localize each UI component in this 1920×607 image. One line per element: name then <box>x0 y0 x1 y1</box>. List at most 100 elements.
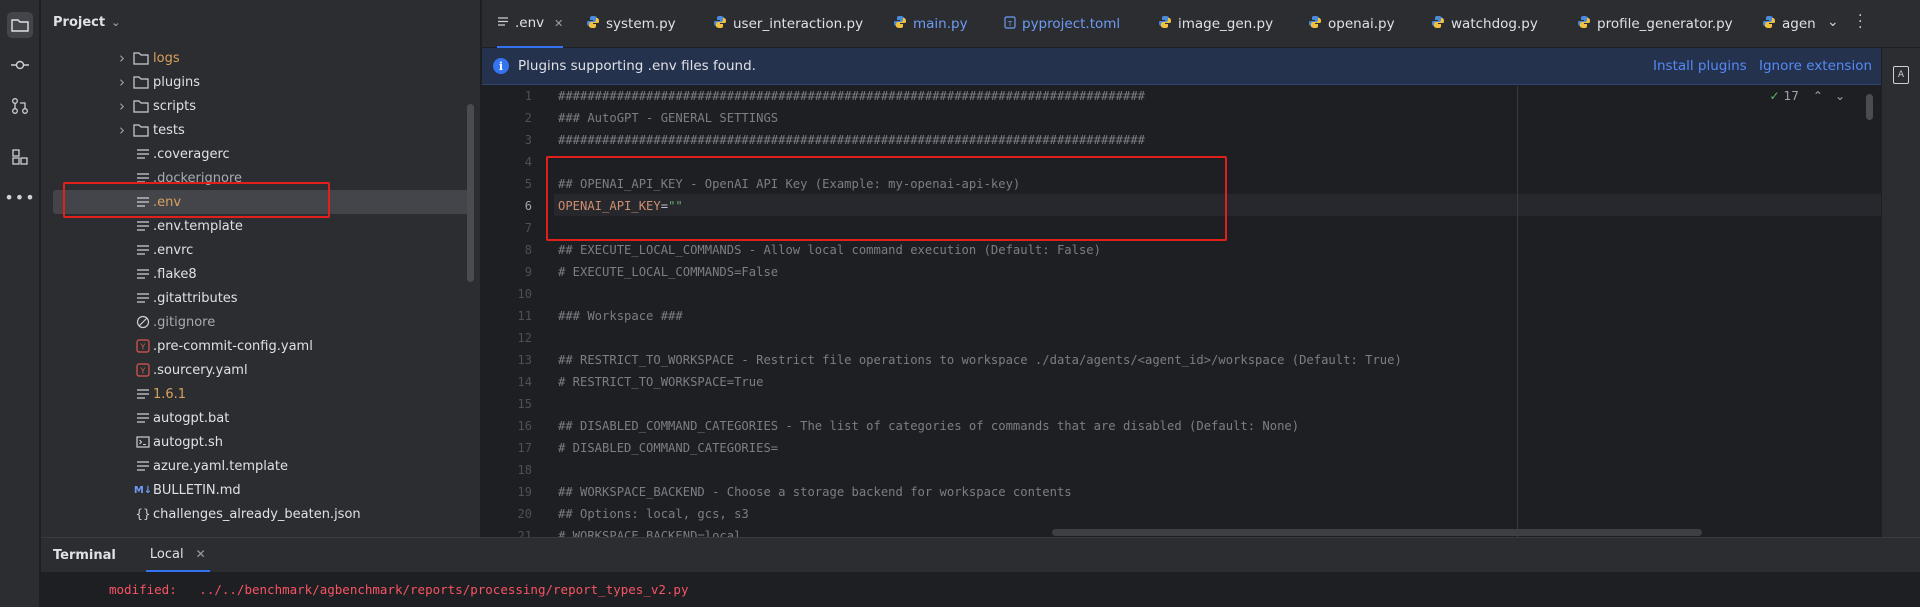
line-number: 15 <box>517 397 532 411</box>
pull-request-icon <box>12 98 28 114</box>
python-icon <box>713 15 733 33</box>
python-icon <box>1762 15 1782 33</box>
text-file-icon <box>135 290 151 306</box>
project-title: Project <box>53 14 106 30</box>
editor-vertical-scrollbar[interactable] <box>1866 94 1873 120</box>
tree-item-label: scripts <box>153 98 196 114</box>
install-plugins-link[interactable]: Install plugins <box>1653 58 1747 74</box>
tree-item[interactable]: .dockerignore <box>41 166 480 190</box>
current-line-highlight <box>554 194 1881 216</box>
editor-tab[interactable]: main.py <box>893 0 968 48</box>
tree-item-label: plugins <box>153 74 200 90</box>
env-key: OPENAI_API_KEY <box>558 199 661 213</box>
ignore-extension-link[interactable]: Ignore extension <box>1759 58 1872 74</box>
editor-tab[interactable]: .env ✕ <box>497 0 564 48</box>
tree-item[interactable]: › tests <box>41 118 480 142</box>
close-icon[interactable]: ✕ <box>196 547 206 561</box>
line-number: 4 <box>524 155 532 169</box>
tree-item[interactable]: autogpt.sh <box>41 430 480 454</box>
code-line: ### Workspace ### <box>558 309 683 323</box>
tree-item[interactable]: .flake8 <box>41 262 480 286</box>
editor-tab[interactable]: agen <box>1762 0 1817 48</box>
chevron-right-icon[interactable]: › <box>119 97 129 115</box>
tree-item-label: autogpt.bat <box>153 410 230 426</box>
text-file-icon <box>135 170 151 186</box>
banner-message: Plugins supporting .env files found. <box>518 58 756 74</box>
tree-item[interactable]: azure.yaml.template <box>41 454 480 478</box>
editor-tab[interactable]: openai.py <box>1308 0 1395 48</box>
tree-item[interactable]: .env.template <box>41 214 480 238</box>
line-number: 19 <box>517 485 532 499</box>
code-line: # EXECUTE_LOCAL_COMMANDS=False <box>558 265 779 279</box>
code-line: ## Options: local, gcs, s3 <box>558 507 749 521</box>
tree-item[interactable]: .env <box>53 190 470 214</box>
editor-tab[interactable]: system.py <box>586 0 676 48</box>
editor-tab[interactable]: watchdog.py <box>1431 0 1538 48</box>
tree-item[interactable]: {} challenges_already_beaten.json <box>41 502 480 526</box>
line-number: 6 <box>524 199 532 213</box>
editor-tab-label: agen <box>1782 16 1816 32</box>
text-file-icon <box>135 386 151 402</box>
env-value: "" <box>668 199 683 213</box>
tree-item[interactable]: autogpt.bat <box>41 406 480 430</box>
chevron-right-icon[interactable]: › <box>119 49 129 67</box>
python-icon <box>1158 15 1178 33</box>
project-tool-button[interactable] <box>7 12 33 38</box>
chevron-down-icon: ⌄ <box>111 15 121 29</box>
tree-item-label: logs <box>153 50 180 66</box>
tree-item[interactable]: Y .sourcery.yaml <box>41 358 480 382</box>
close-icon[interactable]: ✕ <box>554 17 563 30</box>
project-scrollbar[interactable] <box>467 104 474 282</box>
ai-assistant-button[interactable]: A <box>1893 66 1909 84</box>
tree-item[interactable]: › scripts <box>41 94 480 118</box>
tree-item-label: tests <box>153 122 185 138</box>
more-actions-button[interactable]: · · · <box>1858 9 1862 35</box>
line-number: 11 <box>517 309 532 323</box>
code-editor[interactable]: 1 2 3 4 5 6 7 8 9 10 11 12 13 14 15 16 17 18 19 20 21 ######… <box>482 86 1881 537</box>
tree-item[interactable]: › logs <box>41 46 480 70</box>
editor-tab-label: .env <box>515 15 545 31</box>
editor-tab[interactable]: profile_generator.py <box>1577 0 1733 48</box>
inspection-widget[interactable]: ✓ 17 ⌃ ⌄ <box>1770 89 1845 103</box>
tree-item-label: challenges_already_beaten.json <box>153 506 361 522</box>
chevron-down-icon[interactable]: ⌄ <box>1835 89 1845 103</box>
tree-item[interactable]: .gitattributes <box>41 286 480 310</box>
structure-tool-button[interactable] <box>7 144 33 170</box>
text-file-icon <box>135 218 151 234</box>
project-panel-header[interactable]: Project ⌄ <box>41 0 480 44</box>
tree-item[interactable]: › plugins <box>41 70 480 94</box>
tree-item-label: .env <box>153 194 182 210</box>
more-tools-button[interactable]: ••• <box>4 184 34 210</box>
pull-requests-tool-button[interactable] <box>7 93 33 119</box>
tree-item[interactable]: .coveragerc <box>41 142 480 166</box>
editor-tab-label: main.py <box>913 16 968 32</box>
editor-tab-label: profile_generator.py <box>1597 16 1733 32</box>
tree-item[interactable]: M↓ BULLETIN.md <box>41 478 480 502</box>
markdown-icon: M↓ <box>133 484 153 496</box>
editor-tab[interactable]: image_gen.py <box>1158 0 1273 48</box>
editor-tab[interactable]: user_interaction.py <box>713 0 863 48</box>
terminal-output-line: modified: ../../benchmark/agbenchmark/re… <box>109 582 689 597</box>
tree-item-label: .env.template <box>153 218 243 234</box>
code-line: # RESTRICT_TO_WORKSPACE=True <box>558 375 764 389</box>
code-line: ## RESTRICT_TO_WORKSPACE - Restrict file… <box>558 353 1402 367</box>
editor-tab[interactable]: Tpyproject.toml <box>1004 0 1120 48</box>
tree-item[interactable]: .gitignore <box>41 310 480 334</box>
editor-horizontal-scrollbar[interactable] <box>1052 529 1702 536</box>
chevron-right-icon[interactable]: › <box>119 73 129 91</box>
text-file-icon <box>135 242 151 258</box>
terminal-tab-local[interactable]: Local ✕ <box>145 538 210 572</box>
folder-icon <box>133 98 149 114</box>
commit-tool-button[interactable] <box>7 52 33 78</box>
editor-tab-label: openai.py <box>1328 16 1395 32</box>
folder-icon <box>133 74 149 90</box>
tree-item[interactable]: 1.6.1 <box>41 382 480 406</box>
tree-item[interactable]: .envrc <box>41 238 480 262</box>
letter-a-icon: A <box>1897 70 1905 80</box>
tree-item[interactable]: Y .pre-commit-config.yaml <box>41 334 480 358</box>
chevron-up-icon[interactable]: ⌃ <box>1813 89 1823 103</box>
chevron-right-icon[interactable]: › <box>119 121 129 139</box>
tabs-dropdown-button[interactable]: ⌄ <box>1827 14 1839 30</box>
code-line: OPENAI_API_KEY="" <box>558 199 683 213</box>
terminal-tab-label: Local <box>149 546 184 562</box>
